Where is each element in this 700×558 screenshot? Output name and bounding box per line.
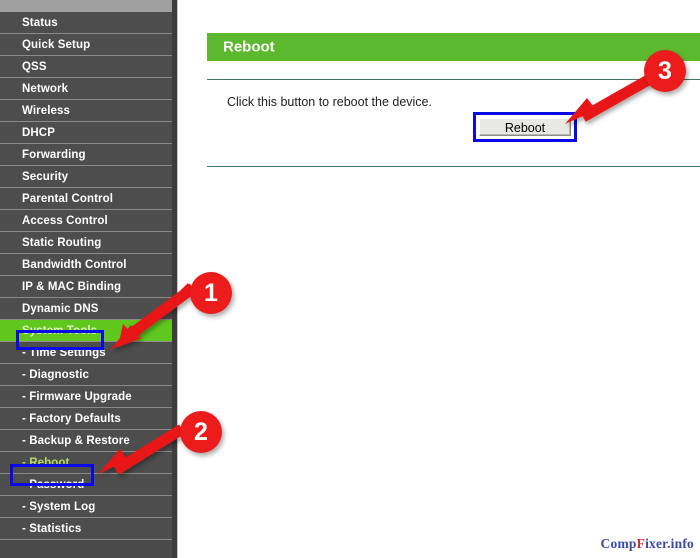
sidebar-item-reboot[interactable]: - Reboot <box>0 452 172 474</box>
watermark-suffix: ixer.info <box>645 536 694 551</box>
watermark: CompFixer.info <box>601 536 694 552</box>
sidebar-item-label: - System Log <box>22 500 96 513</box>
sidebar-item-label: - Backup & Restore <box>22 434 130 447</box>
sidebar-divider <box>172 0 178 558</box>
sidebar-item-forwarding[interactable]: Forwarding <box>0 144 172 166</box>
sidebar-item-label: - Diagnostic <box>22 368 90 381</box>
sidebar-item-label: IP & MAC Binding <box>22 280 122 293</box>
divider-top <box>207 79 700 80</box>
sidebar-item-backup-restore[interactable]: - Backup & Restore <box>0 430 172 452</box>
sidebar-item-label: Bandwidth Control <box>22 258 127 271</box>
sidebar-item-time-settings[interactable]: - Time Settings <box>0 342 172 364</box>
sidebar-item-label: Status <box>22 16 58 29</box>
sidebar-item-label: - Reboot <box>22 456 70 469</box>
sidebar-menu-list: Status Quick Setup QSS Network Wireless DHCP F… <box>0 12 172 540</box>
router-admin-page: Status Quick Setup QSS Network Wireless DHCP F… <box>0 0 700 558</box>
sidebar-item-bandwidth-control[interactable]: Bandwidth Control <box>0 254 172 276</box>
sidebar-item-static-routing[interactable]: Static Routing <box>0 232 172 254</box>
sidebar-item-diagnostic[interactable]: - Diagnostic <box>0 364 172 386</box>
sidebar-item-label: Security <box>22 170 69 183</box>
sidebar-item-factory-defaults[interactable]: - Factory Defaults <box>0 408 172 430</box>
sidebar-item-label: Wireless <box>22 104 71 117</box>
page-header-bar: Reboot <box>207 33 700 61</box>
sidebar-item-system-log[interactable]: - System Log <box>0 496 172 518</box>
sidebar-item-qss[interactable]: QSS <box>0 56 172 78</box>
sidebar-item-label: Parental Control <box>22 192 114 205</box>
sidebar-item-label: - Firmware Upgrade <box>22 390 132 403</box>
reboot-button-highlight: Reboot <box>473 112 577 142</box>
sidebar-item-label: Quick Setup <box>22 38 91 51</box>
watermark-accent: F <box>636 536 646 551</box>
sidebar-navigation: Status Quick Setup QSS Network Wireless DHCP F… <box>0 0 172 558</box>
sidebar-item-label: Access Control <box>22 214 108 227</box>
sidebar-item-dhcp[interactable]: DHCP <box>0 122 172 144</box>
main-content: Reboot Click this button to reboot the d… <box>179 0 700 558</box>
sidebar-item-password[interactable]: - Password <box>0 474 172 496</box>
sidebar-item-label: Network <box>22 82 69 95</box>
sidebar-item-firmware-upgrade[interactable]: - Firmware Upgrade <box>0 386 172 408</box>
sidebar-item-system-tools[interactable]: System Tools <box>0 320 172 342</box>
sidebar-item-label: Dynamic DNS <box>22 302 99 315</box>
sidebar-item-access-control[interactable]: Access Control <box>0 210 172 232</box>
sidebar-item-label: - Password <box>22 478 85 491</box>
page-title: Reboot <box>223 38 275 56</box>
sidebar-item-label: QSS <box>22 60 47 73</box>
sidebar-item-wireless[interactable]: Wireless <box>0 100 172 122</box>
sidebar-item-ip-mac-binding[interactable]: IP & MAC Binding <box>0 276 172 298</box>
sidebar-item-label: - Statistics <box>22 522 82 535</box>
reboot-button[interactable]: Reboot <box>479 118 571 136</box>
sidebar-item-network[interactable]: Network <box>0 78 172 100</box>
watermark-prefix: Comp <box>600 536 637 551</box>
sidebar-item-label: Static Routing <box>22 236 102 249</box>
sidebar-top-bar <box>0 0 172 12</box>
sidebar-item-status[interactable]: Status <box>0 12 172 34</box>
divider-bottom <box>207 166 700 167</box>
sidebar-item-dynamic-dns[interactable]: Dynamic DNS <box>0 298 172 320</box>
instruction-text: Click this button to reboot the device. <box>227 95 432 109</box>
sidebar-item-label: DHCP <box>22 126 55 139</box>
sidebar-item-label: System Tools <box>22 324 98 337</box>
sidebar-item-label: - Factory Defaults <box>22 412 121 425</box>
sidebar-item-statistics[interactable]: - Statistics <box>0 518 172 540</box>
sidebar-item-label: - Time Settings <box>22 346 106 359</box>
sidebar-item-quick-setup[interactable]: Quick Setup <box>0 34 172 56</box>
sidebar-item-label: Forwarding <box>22 148 86 161</box>
sidebar-item-security[interactable]: Security <box>0 166 172 188</box>
sidebar-item-parental-control[interactable]: Parental Control <box>0 188 172 210</box>
